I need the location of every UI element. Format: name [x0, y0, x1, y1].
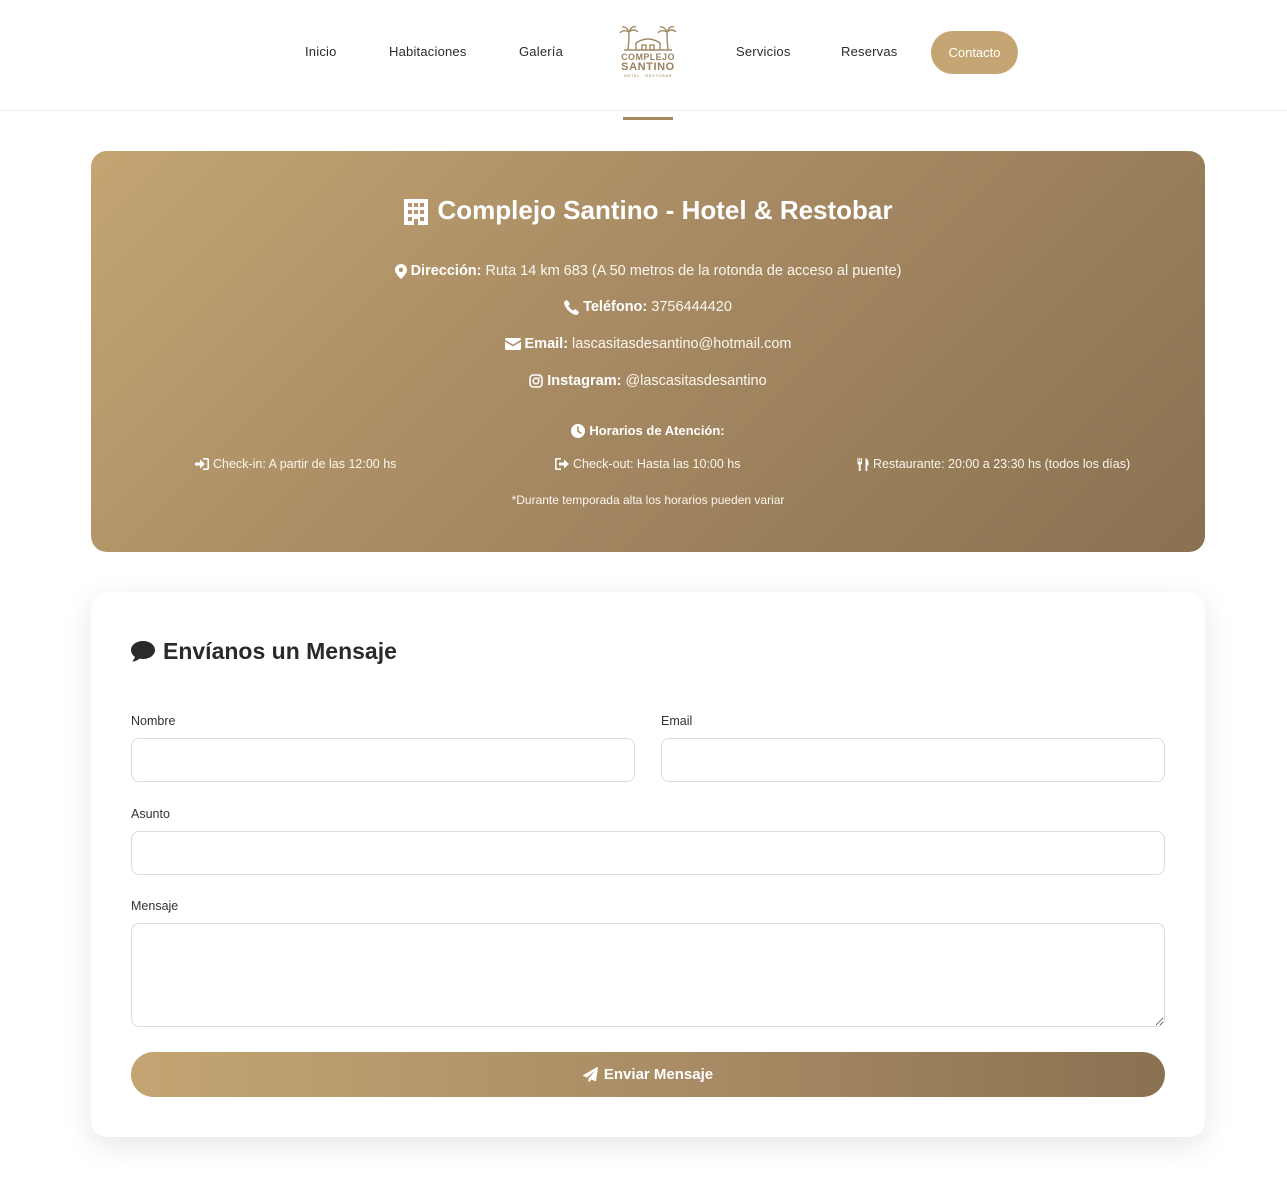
subject-input[interactable]	[131, 831, 1165, 875]
send-message-label: Enviar Mensaje	[603, 1066, 714, 1083]
nav-link-servicios[interactable]: Servicios	[736, 44, 791, 59]
name-input[interactable]	[131, 738, 635, 782]
phone-icon	[564, 299, 579, 315]
brand-logo[interactable]: COMPLEJO SANTINO HOTEL · RESTOBAR	[612, 24, 684, 86]
phone-line: Teléfono: 3756444420	[91, 299, 1205, 315]
checkin-text: Check-in: A partir de las 12:00 hs	[213, 457, 397, 471]
instagram-value[interactable]: @lascasitasdesantino	[625, 373, 766, 389]
info-title-row: Complejo Santino - Hotel & Restobar	[91, 195, 1205, 226]
nav-button-contacto[interactable]: Contacto	[931, 31, 1018, 74]
address-value: Ruta 14 km 683 (A 50 metros de la rotond…	[485, 263, 902, 279]
logo-text-tagline: HOTEL · RESTOBAR	[623, 73, 673, 78]
send-message-button[interactable]: Enviar Mensaje	[131, 1052, 1165, 1097]
email-input[interactable]	[661, 738, 1165, 782]
hours-row: Check-in: A partir de las 12:00 hs Check…	[91, 457, 1205, 477]
checkin-item: Check-in: A partir de las 12:00 hs	[195, 457, 396, 471]
sign-in-icon	[195, 458, 209, 470]
nav-link-habitaciones[interactable]: Habitaciones	[389, 44, 467, 59]
email-line: Email: lascasitasdesantino@hotmail.com	[91, 336, 1205, 352]
contact-form-card: Envíanos un Mensaje Nombre Email Asunto …	[91, 592, 1205, 1137]
logo-text-santino: SANTINO	[621, 61, 675, 73]
top-navigation: Inicio Habitaciones Galería COMPLEJO SAN…	[0, 0, 1287, 111]
form-title-row: Envíanos un Mensaje	[131, 638, 397, 665]
form-title: Envíanos un Mensaje	[163, 638, 397, 664]
building-icon	[404, 198, 429, 225]
utensils-icon	[857, 457, 869, 471]
email-label-form: Email	[661, 714, 693, 728]
checkout-item: Check-out: Hasta las 10:00 hs	[555, 457, 740, 471]
restaurant-text: Restaurante: 20:00 a 23:30 hs (todos los…	[873, 457, 1131, 471]
message-label: Mensaje	[131, 899, 179, 913]
nav-link-inicio[interactable]: Inicio	[305, 44, 337, 59]
nav-link-reservas[interactable]: Reservas	[841, 44, 898, 59]
address-label: Dirección:	[410, 263, 482, 279]
restaurant-item: Restaurante: 20:00 a 23:30 hs (todos los…	[857, 457, 1130, 471]
palm-house-icon	[619, 25, 677, 51]
contact-info-card: Complejo Santino - Hotel & Restobar Dire…	[91, 151, 1205, 552]
paper-plane-icon	[582, 1067, 598, 1082]
message-textarea[interactable]	[131, 923, 1165, 1027]
checkout-text: Check-out: Hasta las 10:00 hs	[573, 457, 741, 471]
instagram-label: Instagram:	[547, 373, 622, 389]
nav-link-galeria[interactable]: Galería	[519, 44, 563, 59]
phone-value[interactable]: 3756444420	[651, 299, 732, 315]
map-pin-icon	[394, 263, 407, 279]
comment-icon	[131, 641, 155, 662]
hours-title-row: Horarios de Atención:	[91, 423, 1205, 438]
season-note: *Durante temporada alta los horarios pue…	[511, 493, 785, 507]
address-line: Dirección: Ruta 14 km 683 (A 50 metros d…	[91, 263, 1205, 279]
email-value[interactable]: lascasitasdesantino@hotmail.com	[572, 336, 791, 352]
info-title: Complejo Santino - Hotel & Restobar	[437, 195, 893, 225]
name-label: Nombre	[131, 714, 176, 728]
subject-label: Asunto	[131, 807, 170, 821]
sign-out-icon	[555, 458, 569, 470]
clock-icon	[571, 423, 586, 438]
section-divider	[623, 117, 673, 120]
hours-title: Horarios de Atención:	[589, 423, 725, 438]
envelope-icon	[504, 338, 521, 350]
phone-label: Teléfono:	[583, 299, 648, 315]
email-label: Email:	[524, 336, 569, 352]
instagram-icon	[529, 374, 544, 388]
instagram-line: Instagram: @lascasitasdesantino	[91, 373, 1205, 389]
